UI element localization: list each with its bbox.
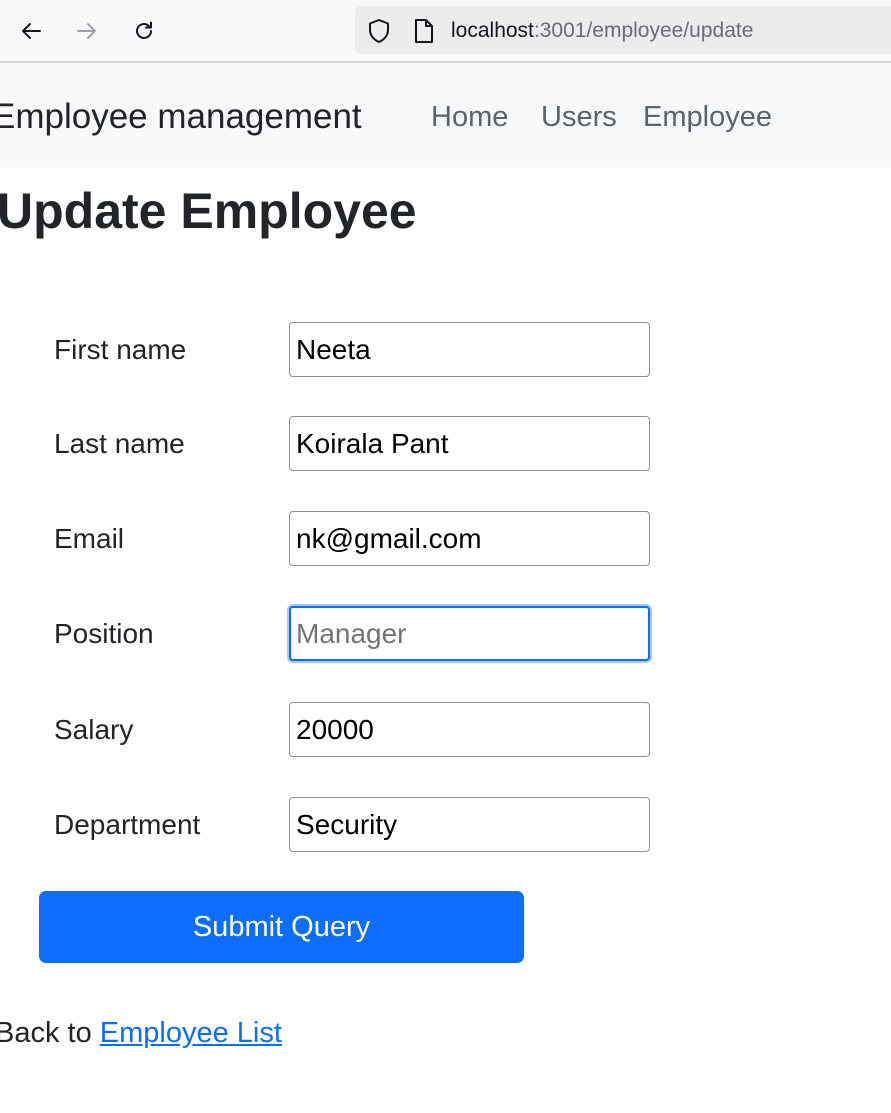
form-row-salary: Salary (0, 702, 891, 758)
shield-icon[interactable] (367, 18, 391, 49)
form-row-position: Position (0, 606, 891, 662)
position-input[interactable] (289, 606, 650, 661)
browser-toolbar: localhost:3001/employee/update (0, 0, 891, 63)
page-title: Update Employee (0, 183, 417, 239)
first-name-label: First name (54, 334, 187, 365)
page-icon (413, 18, 435, 49)
form-row-email: Email (0, 511, 891, 567)
url-host: localhost (451, 19, 534, 42)
nav-link-employee[interactable]: Employee (643, 100, 772, 134)
first-name-input[interactable] (289, 322, 650, 377)
submit-button[interactable]: Submit Query (39, 891, 524, 963)
navbar: Employee management Home Users Employee (0, 63, 891, 167)
salary-input[interactable] (289, 702, 650, 757)
form-row-department: Department (0, 797, 891, 853)
form-row-first-name: First name (0, 322, 891, 378)
position-label: Position (54, 618, 154, 649)
url-text[interactable]: localhost:3001/employee/update (451, 18, 753, 44)
back-prefix-text: Back to (0, 1017, 100, 1049)
employee-list-link[interactable]: Employee List (100, 1017, 282, 1049)
department-input[interactable] (289, 797, 650, 852)
back-arrow-icon[interactable] (14, 14, 48, 48)
url-path: :3001/employee/update (533, 19, 754, 42)
last-name-label: Last name (54, 428, 185, 459)
back-to-list: Back to Employee List (0, 1014, 282, 1052)
department-label: Department (54, 809, 201, 840)
reload-icon[interactable] (127, 14, 161, 48)
email-input[interactable] (289, 511, 650, 566)
navbar-brand[interactable]: Employee management (0, 97, 362, 137)
last-name-input[interactable] (289, 416, 650, 471)
forward-arrow-icon[interactable] (70, 14, 104, 48)
nav-link-home[interactable]: Home (431, 100, 508, 134)
email-label: Email (54, 523, 125, 554)
form-row-last-name: Last name (0, 416, 891, 472)
salary-label: Salary (54, 714, 134, 745)
nav-link-users[interactable]: Users (541, 100, 617, 134)
url-bar[interactable]: localhost:3001/employee/update (355, 6, 891, 54)
